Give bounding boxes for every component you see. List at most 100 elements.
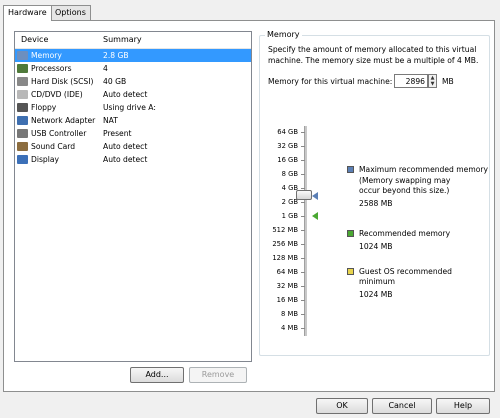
device-summary: Present	[103, 129, 132, 138]
spin-down-icon[interactable]: ▼	[429, 81, 436, 87]
add-button[interactable]: Add...	[130, 367, 184, 383]
hard-disk-icon	[17, 77, 28, 86]
scale-label: 32 MB	[276, 282, 298, 290]
device-name: Floppy	[31, 103, 57, 112]
device-name: CD/DVD (IDE)	[31, 90, 83, 99]
scale-label: 16 GB	[277, 156, 298, 164]
device-name: Sound Card	[31, 142, 76, 151]
memory-input[interactable]: 2896	[394, 74, 428, 88]
max-memory-note: (Memory swapping may occur beyond this s…	[359, 176, 451, 195]
cancel-button[interactable]: Cancel	[372, 398, 432, 414]
device-row-usb-controller[interactable]: USB Controller Present	[15, 127, 251, 140]
memory-icon	[17, 51, 28, 60]
device-summary: NAT	[103, 116, 118, 125]
scale-tick	[301, 230, 305, 231]
device-summary: Auto detect	[103, 90, 148, 99]
device-row-display[interactable]: Display Auto detect	[15, 153, 251, 166]
device-summary: Auto detect	[103, 155, 148, 164]
scale-tick	[301, 202, 305, 203]
scale-tick	[301, 188, 305, 189]
device-row-hard-disk-scsi[interactable]: Hard Disk (SCSI) 40 GB	[15, 75, 251, 88]
scale-tick	[301, 132, 305, 133]
device-name: Memory	[31, 51, 62, 60]
scale-label: 512 MB	[272, 226, 298, 234]
device-summary: Using drive A:	[103, 103, 156, 112]
device-list[interactable]: Device Summary Memory 2.8 GB Processors 4 Ha…	[14, 31, 252, 362]
guest-os-min-value: 1024 MB	[359, 290, 393, 299]
device-row-floppy[interactable]: Floppy Using drive A:	[15, 101, 251, 114]
scale-label: 8 GB	[281, 170, 298, 178]
processor-icon	[17, 64, 28, 73]
recommended-memory-label: Recommended memory	[359, 229, 451, 238]
floppy-icon	[17, 103, 28, 112]
scale-tick	[301, 272, 305, 273]
tab-hardware[interactable]: Hardware	[3, 5, 52, 21]
device-row-sound-card[interactable]: Sound Card Auto detect	[15, 140, 251, 153]
device-row-processors[interactable]: Processors 4	[15, 62, 251, 75]
max-memory-marker-icon	[312, 192, 318, 201]
recommended-memory-legend-icon	[347, 230, 354, 237]
device-name: USB Controller	[31, 129, 87, 138]
memory-slider[interactable]: 64 GB 32 GB 16 GB 8 GB 4 GB 2 GB 1 GB 512 MB 256…	[260, 126, 320, 336]
guest-os-min-legend: Guest OS recommended minimum 1024 MB	[359, 267, 489, 300]
scale-label: 256 MB	[272, 240, 298, 248]
guest-os-min-label: Guest OS recommended minimum	[359, 267, 452, 286]
cd-dvd-icon	[17, 90, 28, 99]
device-row-network-adapter[interactable]: Network Adapter NAT	[15, 114, 251, 127]
hardware-panel: Device Summary Memory 2.8 GB Processors 4 Ha…	[3, 20, 495, 392]
scale-tick	[301, 160, 305, 161]
help-button[interactable]: Help	[436, 398, 490, 414]
memory-unit: MB	[442, 77, 454, 86]
max-memory-legend-icon	[347, 166, 354, 173]
tab-options[interactable]: Options	[50, 5, 91, 20]
column-header-summary[interactable]: Summary	[103, 35, 142, 44]
recommended-memory-legend: Recommended memory 1024 MB	[359, 229, 450, 252]
ok-button[interactable]: OK	[316, 398, 368, 414]
device-row-memory[interactable]: Memory 2.8 GB	[15, 49, 251, 62]
sound-card-icon	[17, 142, 28, 151]
device-summary: Auto detect	[103, 142, 148, 151]
scale-label: 16 MB	[276, 296, 298, 304]
memory-group-title: Memory	[265, 30, 302, 39]
scale-tick	[301, 300, 305, 301]
device-name: Display	[31, 155, 59, 164]
slider-thumb[interactable]	[296, 190, 312, 200]
scale-label: 128 MB	[272, 254, 298, 262]
scale-label: 32 GB	[277, 142, 298, 150]
scale-label: 4 MB	[280, 324, 298, 332]
remove-button[interactable]: Remove	[189, 367, 247, 383]
scale-label: 64 GB	[277, 128, 298, 136]
max-memory-label: Maximum recommended memory	[359, 165, 489, 174]
max-memory-legend: Maximum recommended memory (Memory swapp…	[359, 165, 488, 209]
device-name: Hard Disk (SCSI)	[31, 77, 94, 86]
memory-spinner[interactable]: ▲ ▼	[428, 74, 437, 88]
device-summary: 4	[103, 64, 108, 73]
slider-track[interactable]	[304, 126, 307, 336]
network-adapter-icon	[17, 116, 28, 125]
scale-tick	[301, 314, 305, 315]
recommended-memory-marker-icon	[312, 212, 318, 220]
usb-controller-icon	[17, 129, 28, 138]
scale-tick	[301, 258, 305, 259]
device-list-header: Device Summary	[15, 32, 251, 49]
device-name: Network Adapter	[31, 116, 96, 125]
max-memory-value: 2588 MB	[359, 199, 393, 208]
scale-label: 8 MB	[280, 310, 298, 318]
memory-description: Specify the amount of memory allocated t…	[268, 45, 479, 65]
scale-tick	[301, 328, 305, 329]
scale-tick	[301, 146, 305, 147]
recommended-memory-value: 1024 MB	[359, 242, 393, 251]
column-header-device[interactable]: Device	[21, 35, 48, 44]
device-summary: 2.8 GB	[103, 51, 129, 60]
device-summary: 40 GB	[103, 77, 127, 86]
scale-tick	[301, 286, 305, 287]
scale-tick	[301, 216, 305, 217]
scale-tick	[301, 244, 305, 245]
scale-label: 64 MB	[276, 268, 298, 276]
guest-os-min-legend-icon	[347, 268, 354, 275]
display-icon	[17, 155, 28, 164]
device-row-cd-dvd-ide[interactable]: CD/DVD (IDE) Auto detect	[15, 88, 251, 101]
scale-label: 1 GB	[281, 212, 298, 220]
memory-field-label: Memory for this virtual machine:	[268, 77, 393, 86]
memory-group: Memory Specify the amount of memory allo…	[259, 30, 490, 356]
